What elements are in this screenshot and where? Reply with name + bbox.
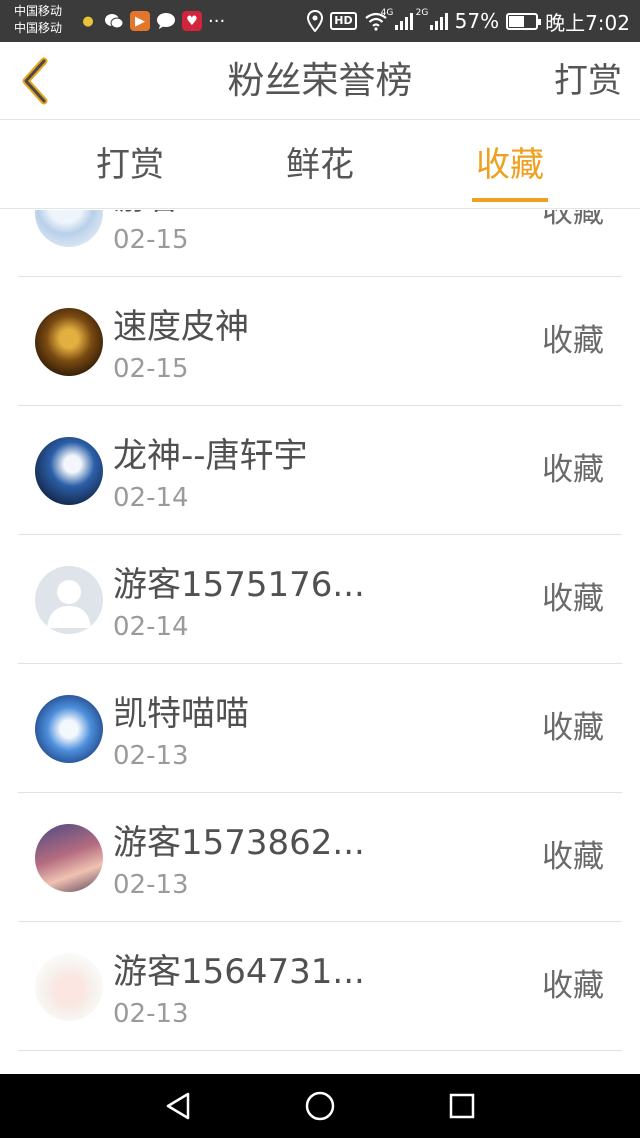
app-header: 粉丝荣誉榜 打赏: [0, 42, 640, 120]
avatar[interactable]: [35, 695, 103, 763]
list-item[interactable]: 游客1568985... 02-15 收藏: [18, 210, 622, 277]
battery-fill: [509, 15, 525, 27]
fan-name: 游客1564731...: [113, 952, 365, 992]
signal-2-icon: 2G: [416, 8, 448, 30]
avatar[interactable]: [35, 210, 103, 247]
fan-date: 02-14: [113, 483, 189, 513]
avatar[interactable]: [35, 566, 103, 634]
list-item[interactable]: 速度皮神 02-15 收藏: [18, 277, 622, 406]
fan-date: 02-13: [113, 741, 189, 771]
nav-home-button[interactable]: [296, 1082, 344, 1130]
list-item[interactable]: 游客1573862... 02-13 收藏: [18, 793, 622, 922]
fan-list[interactable]: 游客1568985... 02-15 收藏 速度皮神 02-15 收藏 龙神--…: [0, 210, 640, 1074]
action-label: 收藏: [542, 581, 604, 617]
active-tab-indicator: [472, 198, 548, 202]
video-app-icon: ▶: [130, 11, 150, 31]
heart-app-icon: ♥: [182, 11, 202, 31]
clock: 晚上7:02: [545, 10, 630, 35]
network-type-1: 4G: [380, 8, 394, 18]
list-item[interactable]: 凯特喵喵 02-13 收藏: [18, 664, 622, 793]
list-item[interactable]: 游客1564731... 02-13 收藏: [18, 922, 622, 1051]
network-type-2: 2G: [415, 8, 429, 18]
chevron-left-icon: [22, 57, 48, 105]
wechat-icon: [104, 11, 124, 31]
list-item[interactable]: 龙神--唐轩宇 02-14 收藏: [18, 406, 622, 535]
fan-date: 02-15: [113, 225, 189, 255]
tab-bar: 打赏 鲜花 收藏: [0, 121, 640, 209]
action-label: 收藏: [542, 710, 604, 746]
more-notifications-icon: ···: [208, 10, 226, 32]
lightbulb-icon: ●: [82, 13, 94, 29]
fan-date: 02-13: [113, 870, 189, 900]
tab-favorites[interactable]: 收藏: [430, 121, 590, 209]
list-item[interactable]: 游客1575176... 02-14 收藏: [18, 535, 622, 664]
status-bar: 中国移动 中国移动 ● ▶ ♥ ··· HD 4G 2G 57% 晚上7:02: [0, 0, 640, 42]
action-label: 收藏: [542, 210, 604, 230]
fan-date: 02-13: [113, 999, 189, 1029]
tab-reward[interactable]: 打赏: [50, 121, 210, 209]
action-label: 收藏: [542, 323, 604, 359]
triangle-back-icon: [166, 1092, 190, 1120]
avatar[interactable]: [35, 308, 103, 376]
avatar[interactable]: [35, 437, 103, 505]
fan-name: 游客1568985...: [113, 210, 365, 219]
circle-home-icon: [305, 1091, 335, 1121]
status-indicators: HD 4G 2G 57% 晚上7:02: [307, 0, 630, 42]
carrier-2: 中国移动: [14, 21, 63, 35]
action-label: 收藏: [542, 452, 604, 488]
action-label: 收藏: [542, 839, 604, 875]
fan-name: 游客1573862...: [113, 823, 365, 863]
fan-name: 速度皮神: [113, 307, 249, 347]
fan-name: 龙神--唐轩宇: [113, 436, 308, 476]
avatar[interactable]: [35, 953, 103, 1021]
avatar[interactable]: [35, 824, 103, 892]
signal-1-icon: 4G: [381, 8, 413, 30]
action-label: 收藏: [542, 968, 604, 1004]
battery-percent: 57%: [454, 9, 500, 33]
carrier-labels: 中国移动 中国移动: [14, 3, 62, 37]
carrier-1: 中国移动: [14, 4, 63, 18]
nav-back-button[interactable]: [154, 1082, 202, 1130]
tab-flowers[interactable]: 鲜花: [240, 121, 400, 209]
nav-recents-button[interactable]: [438, 1082, 486, 1130]
fan-date: 02-14: [113, 612, 189, 642]
message-icon: [156, 11, 176, 31]
back-button[interactable]: [10, 56, 60, 106]
location-icon: [307, 10, 324, 32]
battery-icon: [506, 12, 542, 30]
page-title: 粉丝荣誉榜: [227, 59, 413, 102]
system-nav-bar: [0, 1074, 640, 1138]
notification-icons: ● ▶ ♥ ···: [78, 8, 225, 34]
square-recents-icon: [449, 1093, 475, 1119]
fan-date: 02-15: [113, 354, 189, 384]
default-user-icon: [47, 580, 91, 628]
fan-name: 凯特喵喵: [113, 694, 249, 734]
hd-badge: HD: [330, 12, 357, 30]
reward-button[interactable]: 打赏: [554, 42, 622, 120]
fan-name: 游客1575176...: [113, 565, 365, 605]
